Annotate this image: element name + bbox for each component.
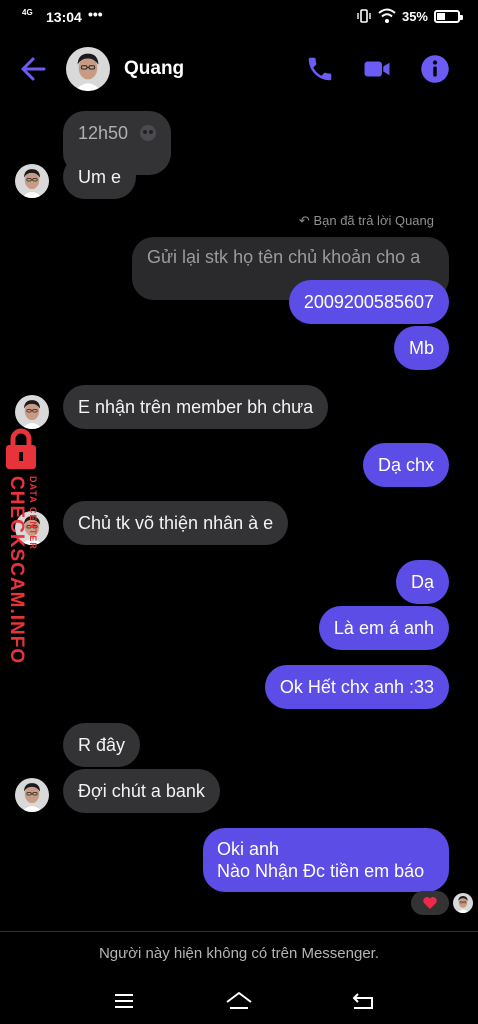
heart-icon — [423, 897, 437, 909]
message-text: Là em á anh — [333, 618, 434, 638]
message-text: Ok Hết chx anh :33 — [279, 677, 434, 697]
contact-avatar[interactable] — [15, 395, 49, 429]
chat-header: Quang — [0, 38, 478, 100]
message-text: Chủ tk võ thiện nhân à e — [78, 513, 274, 533]
contact-avatar[interactable] — [15, 164, 49, 198]
reply-icon: ↶ — [298, 213, 310, 228]
message-text-line: Oki anh — [217, 839, 280, 859]
more-notifications-indicator: ••• — [88, 6, 103, 22]
incoming-message[interactable]: E nhận trên member bh chưa — [63, 385, 329, 429]
clock: 13:04 — [46, 9, 82, 25]
battery-percent: 35% — [401, 8, 428, 24]
message-text: 2009200585607 — [303, 292, 434, 312]
reply-notice-text: Bạn đã trả lời Quang — [313, 213, 434, 228]
message-text: Dạ — [410, 572, 434, 592]
outgoing-message[interactable]: Mb — [393, 326, 449, 370]
back-nav-icon[interactable] — [348, 986, 378, 1016]
incoming-message[interactable]: Đợi chút a bank — [63, 769, 220, 813]
home-icon[interactable] — [224, 986, 254, 1016]
incoming-message[interactable]: Chủ tk võ thiện nhân à e — [63, 501, 289, 545]
status-icons: 35% — [356, 8, 463, 24]
menu-icon[interactable] — [109, 986, 139, 1016]
outgoing-message[interactable]: Oki anh Nào Nhận Đc tiền em báo — [203, 828, 449, 892]
system-nav-bar — [0, 978, 478, 1024]
watermark-subtext: DATA CENTER — [28, 476, 38, 550]
outgoing-message[interactable]: Dạ — [395, 560, 449, 604]
battery-icon — [434, 9, 463, 23]
outgoing-message[interactable]: Là em á anh — [318, 606, 449, 650]
seen-avatar — [453, 893, 473, 913]
network-indicator: 4G — [22, 8, 33, 17]
video-icon[interactable] — [362, 54, 392, 84]
reaction-badge[interactable] — [411, 891, 449, 915]
back-arrow-icon[interactable] — [20, 56, 46, 82]
message-text: Đợi chút a bank — [78, 781, 205, 801]
wifi-icon — [378, 8, 396, 23]
message-text: 12h50 — [78, 123, 129, 143]
message-text: R đây — [78, 735, 126, 755]
reply-notice: ↶ Bạn đã trả lời Quang — [299, 213, 434, 229]
phone-icon[interactable] — [305, 54, 335, 84]
message-text: Dạ chx — [377, 455, 434, 475]
message-text-line: Nào Nhận Đc tiền em báo — [217, 861, 425, 881]
watermark: CHECKSCAM.INFO DATA CENTER — [2, 428, 54, 664]
outgoing-message[interactable]: 2009200585607 — [288, 280, 449, 324]
contact-avatar[interactable] — [15, 778, 49, 812]
info-icon[interactable] — [420, 54, 450, 84]
unavailable-notice-text: Người này hiện không có trên Messenger. — [98, 945, 380, 962]
emoji-icon — [140, 125, 156, 141]
vibrate-icon — [357, 9, 371, 23]
incoming-message[interactable]: Um e — [63, 155, 137, 199]
lock-icon — [6, 428, 36, 469]
contact-avatar[interactable] — [66, 47, 110, 91]
outgoing-message[interactable]: Ok Hết chx anh :33 — [264, 665, 449, 709]
watermark-text: CHECKSCAM.INFO — [6, 476, 27, 665]
contact-name[interactable]: Quang — [124, 58, 184, 80]
message-text: E nhận trên member bh chưa — [78, 397, 314, 417]
quoted-text: Gửi lại stk họ tên chủ khoản cho a — [147, 247, 421, 267]
message-text: Mb — [408, 338, 434, 358]
status-bar: 4G 13:04 ••• 35% — [0, 0, 478, 34]
incoming-message[interactable]: R đây — [63, 723, 141, 767]
outgoing-message[interactable]: Dạ chx — [362, 443, 449, 487]
message-text: Um e — [78, 167, 122, 187]
unavailable-notice: Người này hiện không có trên Messenger. — [0, 931, 478, 975]
